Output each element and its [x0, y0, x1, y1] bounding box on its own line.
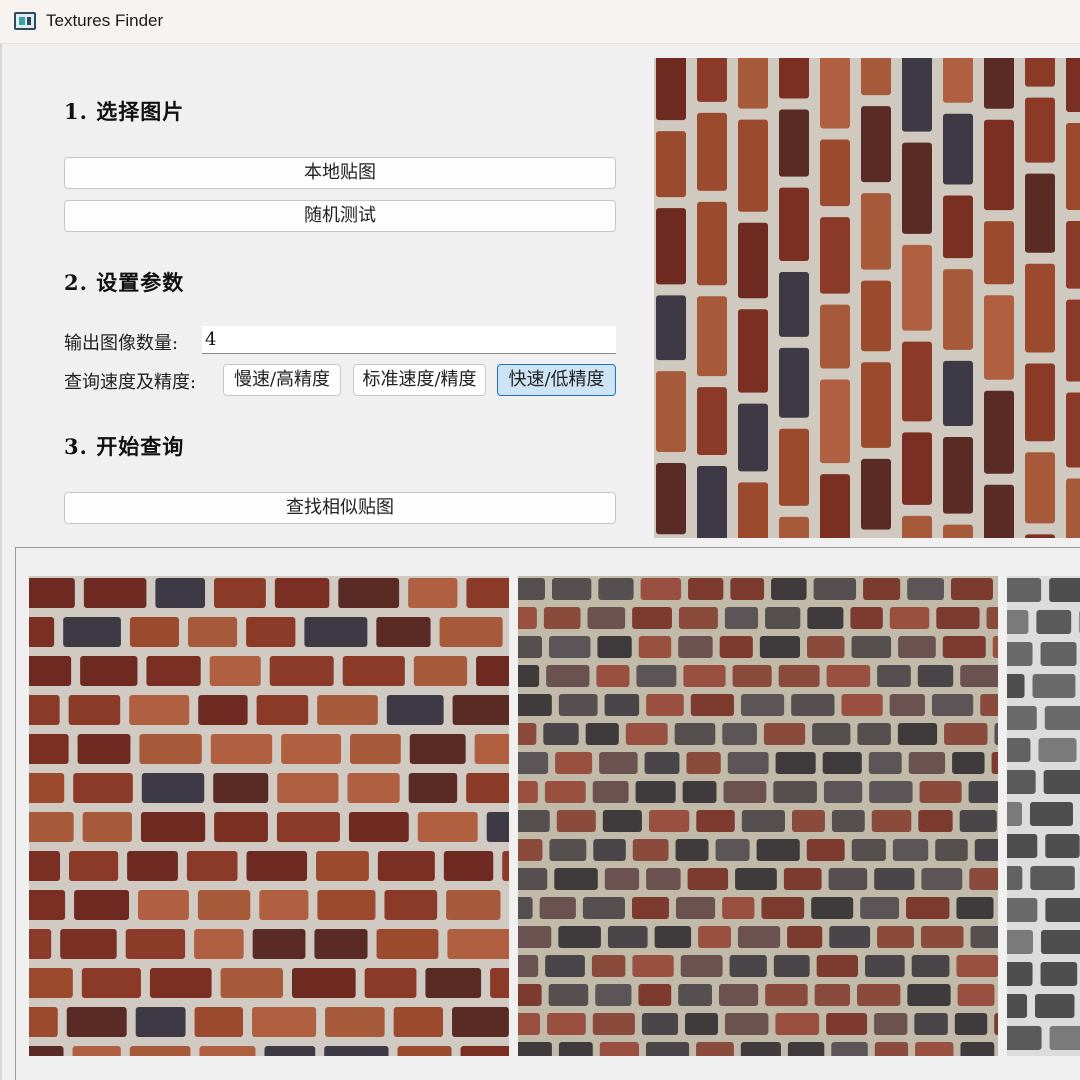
- step3-heading: 3. 开始查询: [64, 434, 185, 459]
- window-title: Textures Finder: [46, 11, 164, 30]
- speed-standard-button[interactable]: 标准速度/精度: [353, 364, 486, 396]
- find-similar-button[interactable]: 查找相似贴图: [64, 492, 616, 524]
- output-count-input[interactable]: [202, 326, 616, 354]
- brick-texture-mixed: [518, 576, 998, 1056]
- brick-texture-red: [29, 576, 509, 1056]
- window-border: [0, 44, 2, 1080]
- output-count-label: 输出图像数量:: [64, 333, 179, 354]
- speed-slow-button[interactable]: 慢速/高精度: [223, 364, 341, 396]
- brick-texture-gray: [1007, 576, 1080, 1056]
- title-bar: Textures Finder: [0, 0, 1080, 44]
- speed-label: 查询速度及精度:: [64, 372, 197, 393]
- random-test-button[interactable]: 随机测试: [64, 200, 616, 232]
- result-texture-1[interactable]: [29, 576, 509, 1056]
- local-texture-button[interactable]: 本地贴图: [64, 157, 616, 189]
- step1-heading: 1. 选择图片: [64, 99, 185, 124]
- brick-texture-vertical: [654, 58, 1080, 538]
- result-texture-2[interactable]: [518, 576, 998, 1056]
- app-icon: [14, 12, 36, 30]
- step2-heading: 2. 设置参数: [64, 270, 185, 295]
- result-texture-3[interactable]: [1007, 576, 1080, 1056]
- speed-fast-button[interactable]: 快速/低精度: [497, 364, 616, 396]
- query-texture-preview: [654, 58, 1080, 538]
